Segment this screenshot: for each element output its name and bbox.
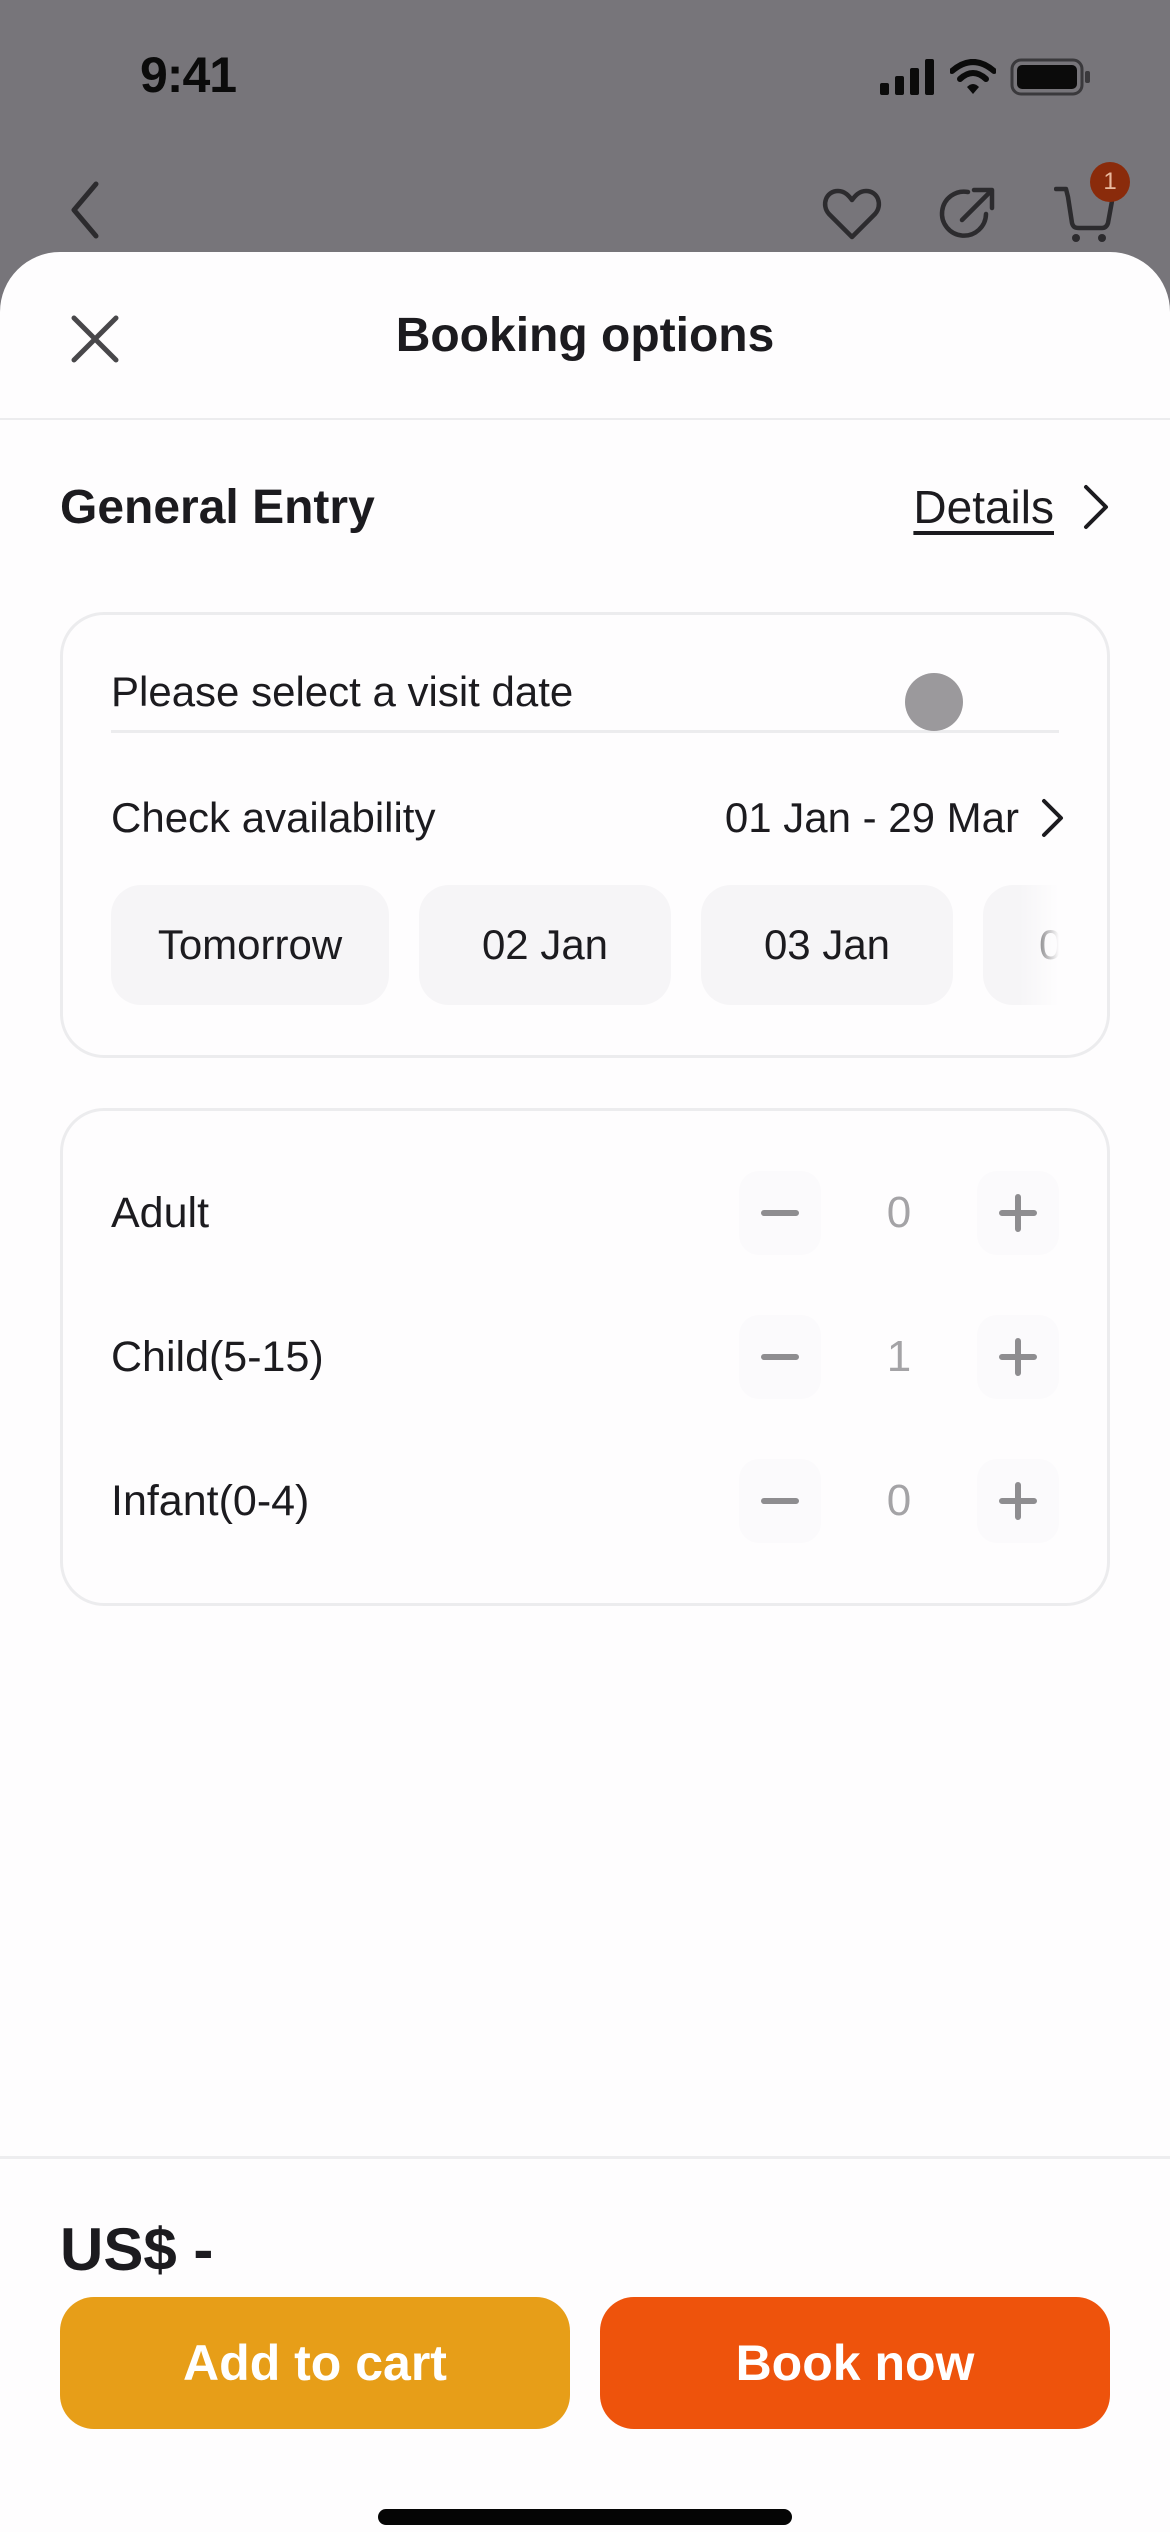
details-label: Details xyxy=(913,481,1054,533)
quantity-stepper: 0 xyxy=(739,1171,1059,1255)
chevron-right-icon xyxy=(1084,485,1108,529)
details-link[interactable]: Details xyxy=(913,480,1110,534)
wifi-icon xyxy=(950,59,996,94)
home-indicator xyxy=(378,2509,792,2525)
share-icon xyxy=(939,187,995,238)
minus-icon xyxy=(761,1354,799,1360)
status-time: 9:41 xyxy=(140,47,237,103)
passenger-row-infant: Infant(0-4) 0 xyxy=(111,1459,1059,1543)
cart-button[interactable]: 1 xyxy=(1046,162,1130,252)
plus-icon xyxy=(999,1194,1037,1232)
date-chip[interactable]: 02 Jan xyxy=(419,885,671,1005)
quantity-value: 0 xyxy=(886,1188,912,1237)
plus-icon xyxy=(999,1482,1037,1520)
check-availability-row[interactable]: Check availability 01 Jan - 29 Mar xyxy=(111,785,1065,851)
quantity-stepper: 1 xyxy=(739,1315,1059,1399)
sheet-title: Booking options xyxy=(395,309,775,362)
chevron-right-icon xyxy=(1042,799,1063,837)
passenger-label: Infant(0-4) xyxy=(111,1476,310,1525)
sheet-header: Booking options xyxy=(0,252,1170,420)
share-button[interactable] xyxy=(930,176,1006,252)
date-chips: Tomorrow 02 Jan 03 Jan 0 xyxy=(111,885,1059,1005)
decrement-button[interactable] xyxy=(739,1171,821,1255)
passenger-row-child: Child(5-15) 1 xyxy=(111,1315,1059,1399)
status-bar: 9:41 xyxy=(0,0,1170,150)
check-availability-label: Check availability xyxy=(111,794,436,841)
increment-button[interactable] xyxy=(977,1315,1059,1399)
book-now-button[interactable]: Book now xyxy=(600,2297,1110,2429)
increment-button[interactable] xyxy=(977,1171,1059,1255)
decrement-button[interactable] xyxy=(739,1459,821,1543)
chevron-left-icon xyxy=(71,181,99,239)
top-nav: 1 xyxy=(0,160,1170,250)
availability-range-text: 01 Jan - 29 Mar xyxy=(724,794,1019,841)
date-chip[interactable]: Tomorrow xyxy=(111,885,389,1005)
product-header: General Entry Details xyxy=(60,472,1110,542)
availability-range: 01 Jan - 29 Mar xyxy=(725,794,1065,842)
increment-button[interactable] xyxy=(977,1459,1059,1543)
minus-icon xyxy=(761,1210,799,1216)
loading-indicator xyxy=(905,673,963,731)
visit-date-prompt: Please select a visit date xyxy=(111,667,574,715)
product-name: General Entry xyxy=(60,480,375,534)
status-icons xyxy=(880,58,1092,96)
quantity-stepper: 0 xyxy=(739,1459,1059,1543)
total-price: US$ - xyxy=(60,2216,214,2283)
cart-badge: 1 xyxy=(1090,162,1130,202)
passenger-card: Adult 0 Child(5-15) 1 Infant(0-4) 0 xyxy=(60,1108,1110,1606)
chips-fade xyxy=(1019,885,1059,1005)
quantity-value: 0 xyxy=(886,1476,912,1525)
plus-icon xyxy=(999,1338,1037,1376)
signal-icon xyxy=(880,59,934,95)
passenger-label: Adult xyxy=(111,1188,210,1237)
passenger-row-adult: Adult 0 xyxy=(111,1171,1059,1255)
minus-icon xyxy=(761,1498,799,1504)
back-button[interactable] xyxy=(66,180,116,250)
quantity-value: 1 xyxy=(886,1332,912,1381)
add-to-cart-button[interactable]: Add to cart xyxy=(60,2297,570,2429)
visit-date-card: Please select a visit date Check availab… xyxy=(60,612,1110,1058)
favorite-button[interactable] xyxy=(814,176,890,252)
battery-icon xyxy=(1010,58,1090,96)
heart-icon xyxy=(822,188,882,240)
passenger-label: Child(5-15) xyxy=(111,1332,324,1381)
checkout-bar: US$ - Add to cart Book now xyxy=(0,2156,1170,2532)
decrement-button[interactable] xyxy=(739,1315,821,1399)
date-chip[interactable]: 03 Jan xyxy=(701,885,953,1005)
nav-actions: 1 xyxy=(814,162,1130,252)
